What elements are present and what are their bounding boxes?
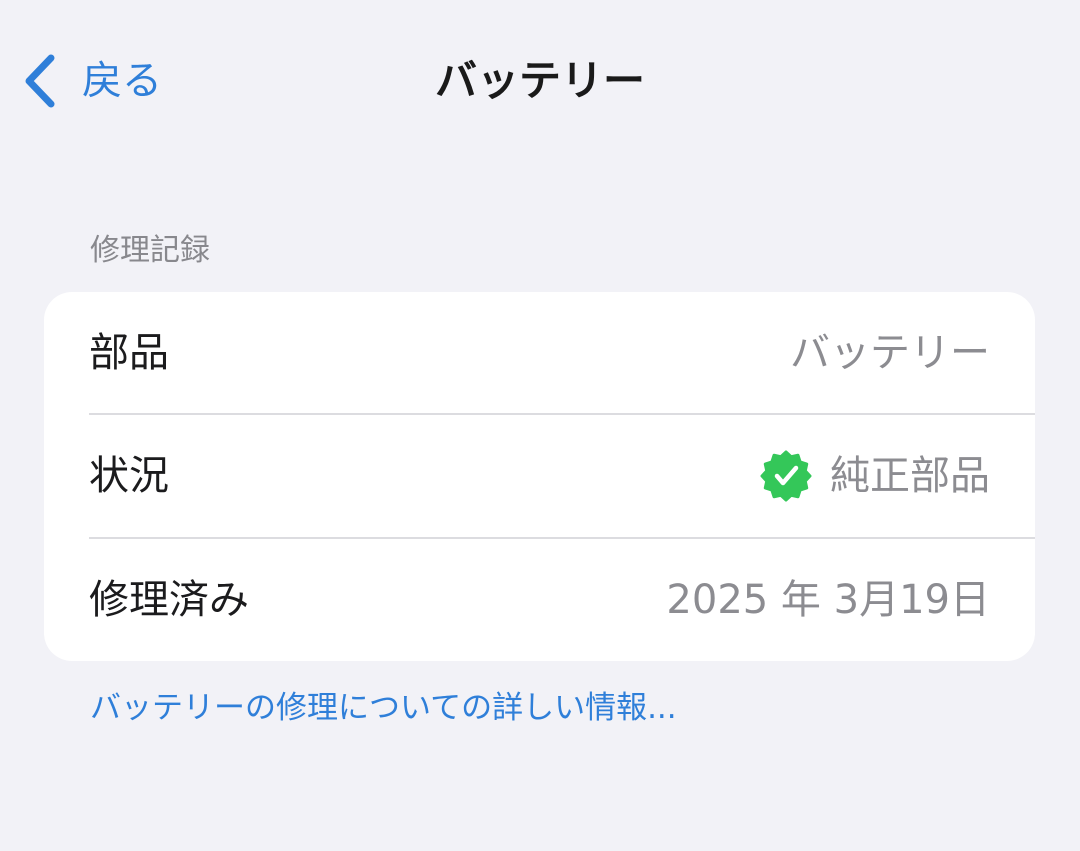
navigation-bar: 戻る バッテリー	[0, 0, 1080, 160]
row-repaired-value-text: 2025 年 3月19日	[666, 577, 990, 623]
row-repaired-value: 2025 年 3月19日	[666, 539, 990, 661]
row-part-value: バッテリー	[790, 292, 990, 414]
row-status-label: 状況	[89, 453, 169, 499]
battery-repair-info-link[interactable]: バッテリーの修理についての詳しい情報...	[90, 682, 677, 734]
row-repaired-date: 修理済み 2025 年 3月19日	[44, 539, 1035, 661]
section-header: 修理記録	[90, 233, 210, 268]
row-repaired-label: 修理済み	[89, 577, 249, 623]
repair-history-card: 部品 バッテリー 状況 純正部品 修理済み 2025 年 3月19日	[44, 292, 1035, 661]
page-title: バッテリー	[434, 56, 645, 105]
verified-check-badge-icon	[760, 450, 830, 502]
row-status-value: 純正部品	[760, 415, 990, 537]
row-part-value-text: バッテリー	[790, 330, 990, 376]
row-part-label: 部品	[89, 330, 169, 376]
row-status: 状況 純正部品	[44, 415, 1035, 537]
row-status-value-text: 純正部品	[830, 453, 990, 499]
row-part: 部品 バッテリー	[44, 292, 1035, 414]
